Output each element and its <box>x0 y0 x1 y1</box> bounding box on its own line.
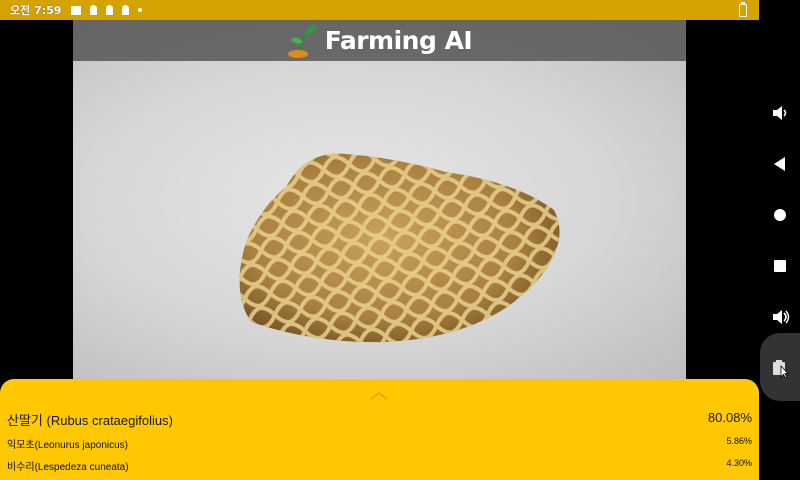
pin-icon <box>122 5 130 15</box>
top-result-name: 산딸기 (Rubus crataegifolius) <box>7 413 173 428</box>
camera-preview[interactable]: Farming AI <box>73 20 686 380</box>
battery-icon <box>739 2 747 17</box>
result-name: 비수리(Lespedeza cuneata) <box>7 462 129 473</box>
home-icon[interactable] <box>770 205 790 225</box>
navigation-bar <box>759 0 800 480</box>
result-row: 익모초(Leonurus japonicus) 5.86% <box>7 436 752 451</box>
result-name: 익모초(Leonurus japonicus) <box>7 440 128 451</box>
recents-icon[interactable] <box>770 256 790 276</box>
pin-icon <box>90 5 98 15</box>
chevron-up-icon[interactable] <box>370 391 388 401</box>
top-result-confidence: 80.08% <box>707 410 752 425</box>
result-row: 비수리(Lespedeza cuneata) 4.30% <box>7 458 752 473</box>
dot-icon <box>138 8 143 12</box>
pin-icon <box>106 5 114 15</box>
notification-icons <box>71 5 143 15</box>
screenshot-icon[interactable] <box>770 358 790 379</box>
top-result-row: 산딸기 (Rubus crataegifolius) 80.08% <box>7 410 752 429</box>
status-bar: 오전 7:59 <box>0 0 759 20</box>
result-confidence: 5.86% <box>726 436 752 446</box>
sprout-icon <box>287 25 317 58</box>
seed-image <box>239 153 560 343</box>
volume-up-icon[interactable] <box>770 307 790 327</box>
back-icon[interactable] <box>770 154 790 174</box>
results-panel[interactable]: 산딸기 (Rubus crataegifolius) 80.08% 익모초(Le… <box>0 379 759 480</box>
result-confidence: 4.30% <box>726 458 752 468</box>
status-time: 오전 7:59 <box>10 4 62 17</box>
app-header: Farming AI <box>73 20 686 61</box>
volume-down-icon[interactable] <box>770 103 790 123</box>
image-icon <box>71 5 82 15</box>
app-title: Farming AI <box>324 26 473 55</box>
